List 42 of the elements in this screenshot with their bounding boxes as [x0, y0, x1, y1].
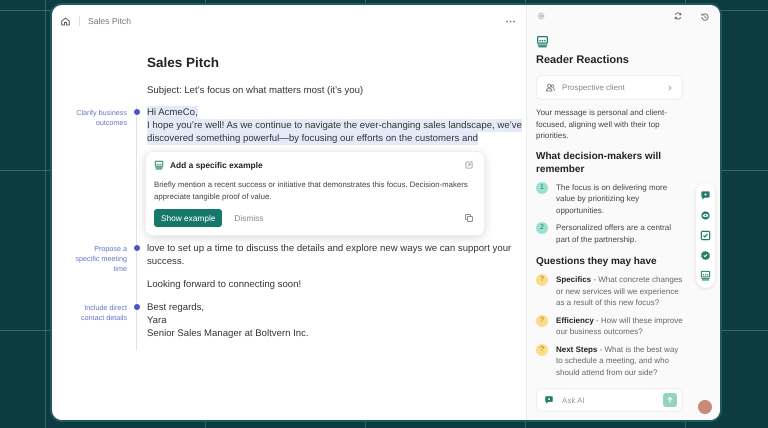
chevron-icon: [666, 84, 674, 92]
show-example-button[interactable]: Show example: [154, 209, 222, 227]
summary-text: Your message is personal and client-focused, aligning well with their top priorities.: [536, 107, 668, 142]
checkbox-icon[interactable]: [700, 230, 710, 241]
arrow-up-icon: [665, 395, 675, 405]
panel-title: Reader Reactions: [536, 54, 630, 66]
breadcrumb-title[interactable]: Sales Pitch: [79, 16, 131, 26]
annotation-dot: [134, 245, 140, 251]
home-icon[interactable]: [60, 16, 71, 26]
question-text: Efficiency - How will these improve our business outcomes?: [556, 314, 683, 338]
copy-icon[interactable]: [464, 213, 474, 223]
question-text: Specifics - What concrete changes or new services will we experience as a result of this new focus?: [556, 274, 683, 308]
chat-icon: [544, 395, 554, 405]
check-badge-icon[interactable]: [700, 250, 710, 261]
body-text-line: Best regards,: [147, 301, 204, 314]
ask-ai-bar[interactable]: Ask AI: [536, 388, 683, 412]
eye-icon[interactable]: [700, 210, 710, 221]
section-heading: Questions they may have: [536, 255, 658, 268]
subject-line: Subject: Let’s focus on what matters most (it’s you): [147, 84, 364, 97]
expand-icon[interactable]: [464, 160, 474, 170]
persona-selector[interactable]: Prospective client: [536, 75, 683, 100]
ask-ai-field[interactable]: Ask AI: [560, 394, 657, 406]
body-text-line: Senior Sales Manager at Boltvern Inc.: [147, 327, 309, 340]
refresh-icon[interactable]: [673, 11, 683, 21]
suggestion-title: Add a specific example: [170, 160, 264, 170]
settings-icon[interactable]: [536, 11, 546, 21]
annotation-dot: [134, 304, 140, 310]
body-text-line: Looking forward to connecting soon!: [147, 278, 302, 291]
dismiss-button[interactable]: Dismiss: [230, 209, 268, 227]
question-text: Next Steps - What is the best way to schedule a meeting, and who should attend from our side?: [556, 344, 680, 378]
comment-icon[interactable]: [700, 190, 710, 201]
section-heading: What decision-makers will remember: [536, 150, 662, 176]
annotation-dot: [134, 109, 140, 115]
avatar[interactable]: [698, 400, 712, 414]
document-title: Sales Pitch: [147, 55, 220, 70]
history-icon[interactable]: [700, 12, 710, 22]
body-text-line: success.: [147, 255, 184, 268]
body-text-line: love to set up a time to discuss the details and explore new ways we can support your: [147, 242, 512, 255]
takeaway-text: The focus is on delivering more value by prioritizing key opportunities.: [556, 182, 668, 216]
takeaway-text: Personalized offers are a central part of the partnership.: [556, 222, 672, 245]
people-icon: [545, 82, 556, 93]
body-text-line: Yara: [147, 314, 167, 327]
